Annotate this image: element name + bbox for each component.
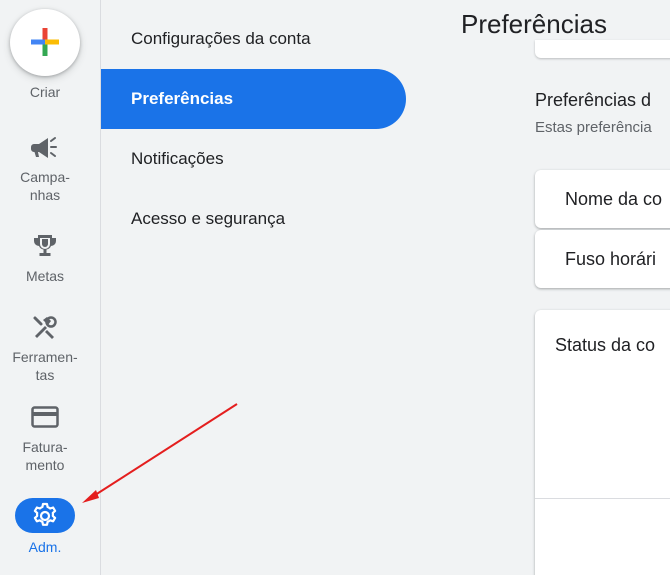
gear-icon (33, 502, 57, 526)
divider (535, 498, 670, 499)
card-edge (535, 40, 670, 58)
trophy-icon (34, 235, 56, 256)
left-nav-rail: Criar Campa- nhas Metas Ferramen- tas Fa… (0, 0, 101, 575)
status-card: Status da co (535, 310, 670, 575)
adm-active-pill[interactable] (15, 498, 75, 533)
settings-menu: Configurações da conta Preferências Noti… (101, 0, 436, 575)
setting-row-fuso-horario[interactable]: Fuso horári (535, 230, 670, 288)
setting-row-label: Nome da co (565, 189, 663, 209)
status-card-title: Status da co (555, 335, 656, 355)
nav-item-label: Fatura- mento (22, 439, 68, 473)
page-title: Preferências (461, 9, 607, 39)
nav-item-label: Campa- nhas (20, 169, 70, 203)
app-window: Criar Campa- nhas Metas Ferramen- tas Fa… (0, 0, 670, 575)
plus-icon (31, 28, 59, 56)
nav-item-label: Ferramen- tas (12, 349, 78, 383)
main-content: Preferências Preferências d Estas prefer… (436, 0, 670, 575)
section-title: Preferências d (535, 90, 652, 110)
credit-card-icon (31, 406, 59, 428)
tools-icon (33, 316, 57, 339)
nav-item-label: Metas (25, 268, 65, 284)
create-label: Criar (29, 84, 61, 100)
menu-item-configuracoes-conta[interactable]: Configurações da conta (101, 9, 406, 69)
menu-item-preferencias[interactable]: Preferências (101, 69, 406, 129)
megaphone-icon (31, 137, 57, 158)
setting-row-label: Fuso horári (565, 249, 657, 269)
nav-item-label: Adm. (28, 539, 62, 555)
menu-item-acesso-seguranca[interactable]: Acesso e segurança (101, 189, 406, 249)
create-button[interactable] (10, 9, 80, 76)
setting-row-nome-conta[interactable]: Nome da co (535, 170, 670, 228)
menu-item-notificacoes[interactable]: Notificações (101, 129, 406, 189)
section-subtitle: Estas preferência (535, 119, 652, 136)
